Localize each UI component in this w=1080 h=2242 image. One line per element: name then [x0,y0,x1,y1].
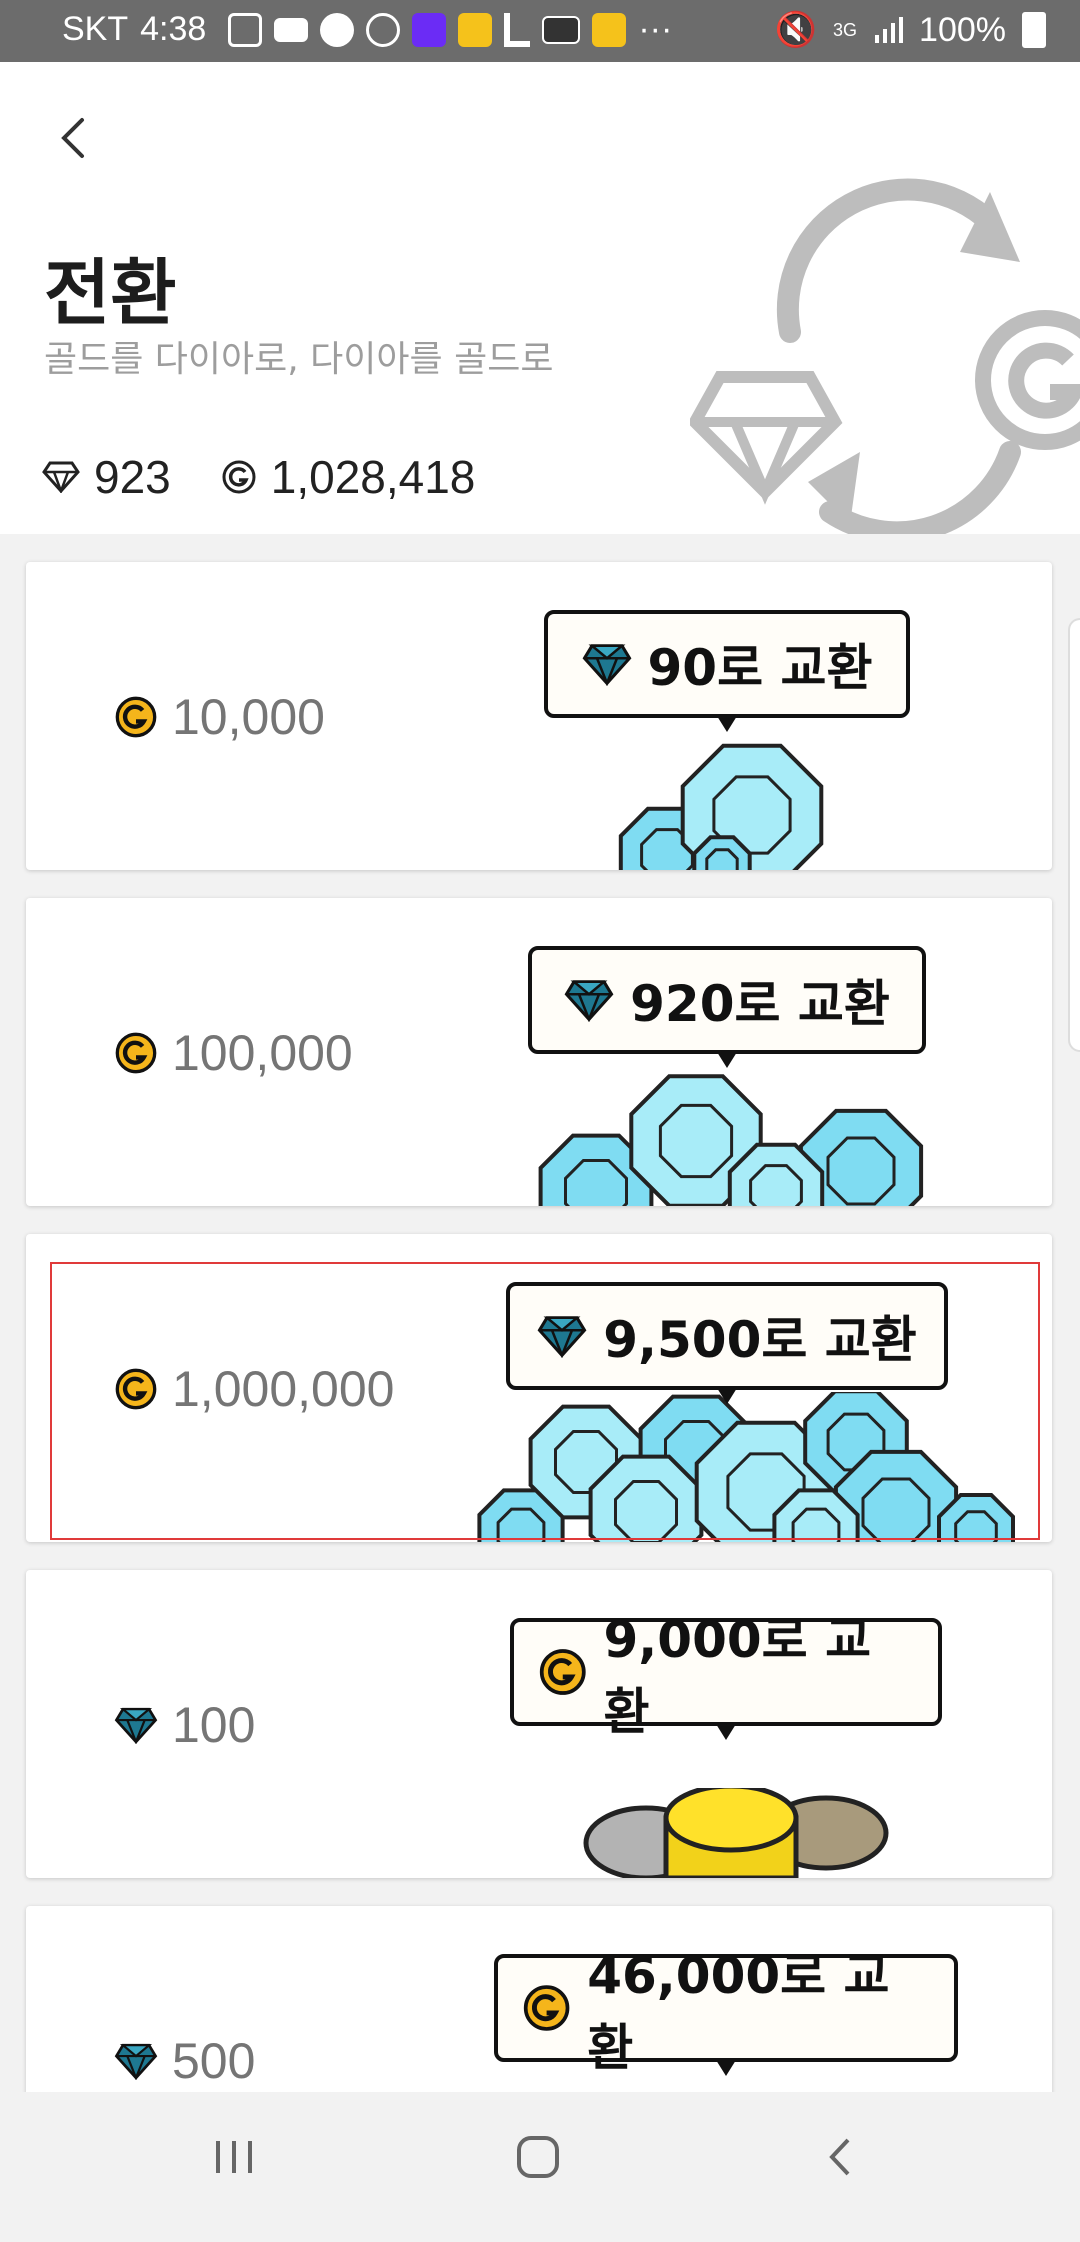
notification-icons: ··· [228,10,672,49]
recent-apps-button[interactable] [200,2122,270,2192]
exchange-button-label: 46,000로 교환 [587,1947,890,2077]
back-icon [829,2138,850,2176]
lotto-icon [366,12,401,47]
page-title: 전환 [44,251,177,335]
cost-gold-coin-icon [115,1368,157,1410]
battery-percent: 100% [919,10,1006,49]
exchange-button-label: 90로 교환 [647,639,873,697]
app-notification-icon [228,12,263,47]
offer-cost-value: 100 [172,1697,256,1753]
exchange-button-label: 9,000로 교환 [603,1611,872,1741]
reward-diamond-icon [537,1315,587,1358]
reward-diamond-icon [564,979,614,1022]
balances: 923 1,028,418 [42,450,475,504]
gold-outline-icon [222,460,256,494]
signal-icon [875,17,904,43]
diamond-balance: 923 [42,450,171,504]
exchange-offer-list: 10,000 90로 교환 100,000 920로 교환 1,000,000 … [26,562,1054,2242]
reward-gold-coin-icon [523,1985,570,2031]
gold-balance: 1,028,418 [221,450,476,504]
coin-stack [583,1788,889,1878]
diamond-pile-medium [538,1074,924,1206]
offer-cost: 100 [114,1696,255,1754]
reward-diamond-icon [582,643,631,686]
reward-gold-coin-icon [539,1649,586,1695]
diamond-balance-value: 923 [94,451,171,503]
offer-cost: 100,000 [114,1024,353,1082]
home-icon [517,2136,559,2178]
bee-app-icon-2 [592,12,627,47]
gear-badge-icon [320,12,355,47]
carrier-label: SKT [62,10,129,48]
battery-icon [1022,12,1046,48]
bee-app-icon [458,12,493,47]
status-bar: SKT 4:38 ··· 🔇 3G 100% [0,0,1080,62]
exchange-offer-card[interactable]: 100,000 920로 교환 [26,898,1052,1206]
system-navigation-bar [0,2092,1080,2220]
art-gold-icon [975,310,1080,450]
exchange-button-label: 9,500로 교환 [603,1311,917,1369]
cost-gold-coin-icon [115,696,157,738]
edge-panel-handle[interactable] [1068,618,1080,1052]
recent-apps-icon [216,2141,252,2173]
more-notifications-icon: ··· [638,10,673,48]
exchange-illustration [690,178,1080,534]
cash-app-icon [542,15,581,44]
cost-gold-coin-icon [115,1032,157,1074]
art-diamond-icon [690,371,843,505]
h-app-icon [412,12,447,47]
exchange-offer-card[interactable]: 10,000 90로 교환 [26,562,1052,870]
exchange-offer-card[interactable]: 1,000,000 9,500로 교환 [26,1234,1052,1542]
offer-cost: 1,000,000 [114,1360,394,1418]
cost-diamond-icon [114,1707,158,1744]
gold-balance-value: 1,028,418 [270,451,476,503]
cost-diamond-icon [114,2043,158,2080]
exchange-button[interactable]: 90로 교환 [544,610,910,732]
exchange-button[interactable]: 9,000로 교환 [510,1611,942,1741]
offer-cost-value: 100,000 [172,1025,353,1081]
offer-cost-value: 1,000,000 [172,1361,395,1417]
back-button[interactable] [805,2122,875,2192]
offer-cost-value: 10,000 [172,689,325,745]
l-app-icon [504,12,531,47]
diamond-pile-large [477,1392,1015,1542]
diamond-pile-small [618,743,824,870]
exchange-button[interactable]: 46,000로 교환 [494,1947,958,2077]
offer-cost: 500 [114,2032,255,2090]
exchange-button-label: 920로 교환 [630,975,890,1033]
back-arrow-icon[interactable] [44,106,104,166]
header: 전환 골드를 다이아로, 다이아를 골드로 923 1,028,418 [0,62,1080,534]
mute-icon: 🔇 [774,11,818,49]
exchange-button[interactable]: 9,500로 교환 [506,1282,948,1404]
home-button[interactable] [503,2122,573,2192]
page-subtitle: 골드를 다이아로, 다이아를 골드로 [44,339,554,380]
network-type: 3G [833,19,858,40]
clock: 4:38 [140,10,207,48]
mail-icon [274,17,309,42]
exchange-offer-card[interactable]: 100 9,000로 교환 [26,1570,1052,1878]
offer-cost: 10,000 [114,688,325,746]
exchange-button[interactable]: 920로 교환 [528,946,926,1068]
diamond-outline-icon [42,461,80,493]
offer-cost-value: 500 [172,2033,256,2089]
